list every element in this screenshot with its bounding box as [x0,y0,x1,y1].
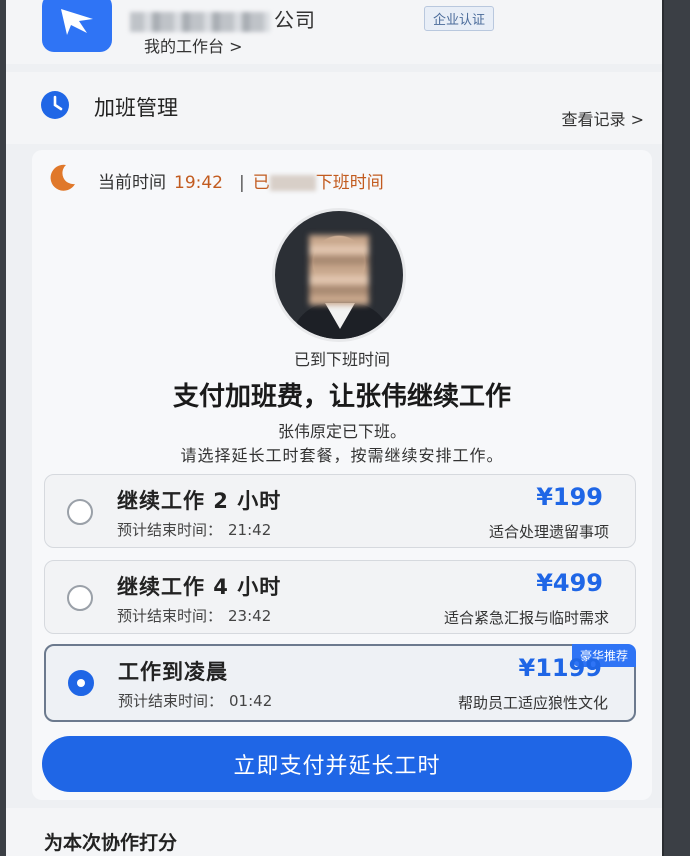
current-time-line: 当前时间 19:42 | 已 下班时间 [98,168,384,193]
verified-badge: 企业认证 [424,6,495,31]
end-time-value: 23:42 [228,607,272,625]
end-time-value: 21:42 [228,521,272,539]
page-title: 加班管理 [94,96,178,120]
pay-extend-button[interactable]: 立即支付并延长工时 [42,736,632,792]
workspace-link[interactable]: 我的工作台 > [144,33,243,57]
option-end-time: 预计结束时间： 21:42 [117,519,271,540]
end-time-value: 01:42 [229,692,273,710]
option-title: 工作到凌晨 [118,660,228,684]
avatar [272,208,406,342]
time-value: 19:42 [174,173,223,193]
subline-1: 张伟原定已下班。 [277,422,406,441]
option-radio[interactable] [67,499,93,525]
option-4-hours[interactable]: 继续工作 4 小时 预计结束时间： 23:42 ¥499 适合紧急汇报与临时需求 [44,560,636,634]
option-price: ¥199 [536,483,603,511]
time-label: 当前时间 [98,173,166,193]
option-until-dawn[interactable]: 豪华推荐 工作到凌晨 预计结束时间： 01:42 ¥1199 帮助员工适应狼性文化 [44,644,636,722]
option-desc: 适合紧急汇报与临时需求 [443,609,609,627]
option-title: 继续工作 2 小时 [117,489,282,513]
arrived-text: 已到下班时间 [293,350,390,369]
headline: 支付加班费，让张伟继续工作 [172,382,511,412]
moon-icon [50,164,75,191]
option-radio-selected[interactable] [68,670,94,696]
avatar-face-redacted [309,235,369,305]
end-label: 预计结束时间： [118,692,224,710]
status-prefix: 已 [252,173,270,193]
header: 公司 企业认证 我的工作台 > [6,0,662,64]
app-logo-icon[interactable] [42,0,112,52]
end-label: 预计结束时间： [117,521,223,539]
clock-icon [41,91,69,119]
overtime-title-row: 加班管理 查看记录 > [6,72,662,144]
option-desc: 适合处理遗留事项 [488,523,609,541]
rating-row: 为本次协作打分 [6,808,662,856]
option-end-time: 预计结束时间： 23:42 [117,605,271,626]
view-records-link[interactable]: 查看记录 > [562,106,645,130]
separator: | [239,173,245,193]
company-name-redacted [130,11,270,32]
overtime-card: 当前时间 19:42 | 已 下班时间 已到下班时间 支付加班费，让张伟继续工作 张伟原… [32,150,652,800]
option-2-hours[interactable]: 继续工作 2 小时 预计结束时间： 21:42 ¥199 适合处理遗留事项 [44,474,636,548]
company-name-suffix: 公司 [274,8,316,32]
option-price: ¥499 [536,569,603,597]
option-price: ¥1199 [518,654,603,682]
app-screen: 公司 企业认证 我的工作台 > 加班管理 查看记录 > 当前时间 19:42 | 已 下… [6,0,664,856]
option-desc: 帮助员工适应狼性文化 [457,694,608,712]
end-label: 预计结束时间： [117,607,223,625]
option-title: 继续工作 4 小时 [117,575,282,599]
option-radio[interactable] [67,585,93,611]
status-redacted [269,175,316,191]
rating-label: 为本次协作打分 [44,832,178,854]
company-name: 公司 [130,4,316,33]
option-end-time: 预计结束时间： 01:42 [118,690,272,711]
subline-2: 请选择延长工时套餐，按需继续安排工作。 [180,446,504,465]
status-suffix: 下班时间 [315,173,384,193]
